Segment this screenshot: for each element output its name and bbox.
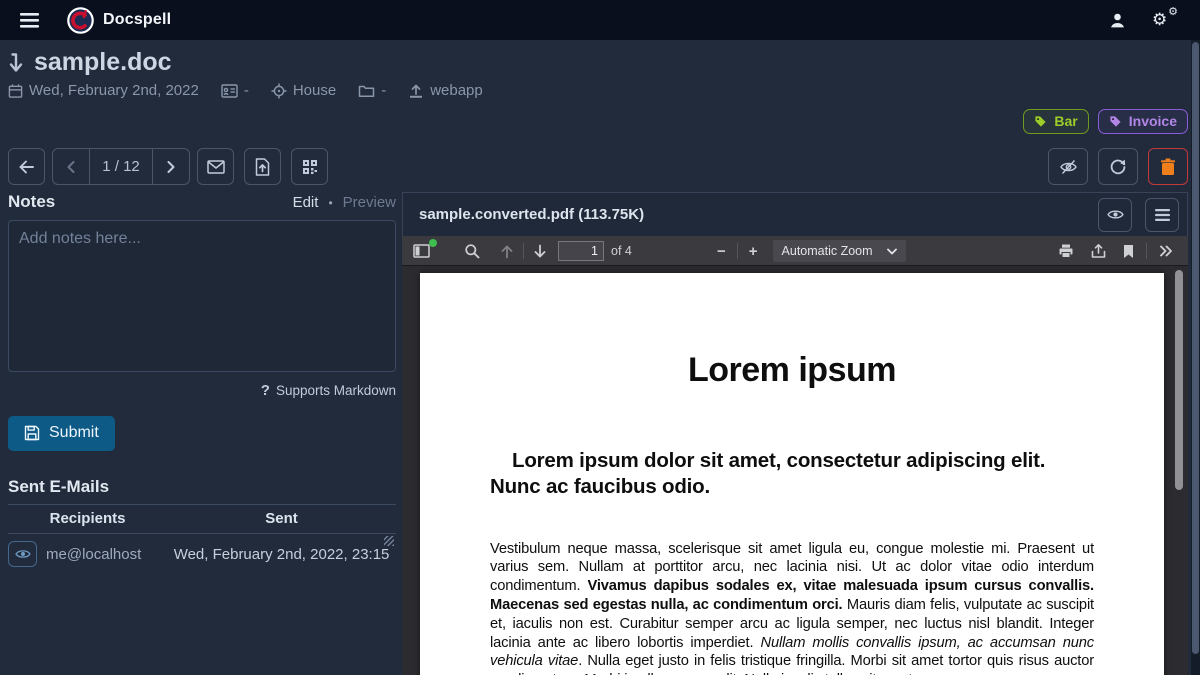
- pdfjs-toolbar: of 4 − + Automatic Zoom: [402, 236, 1188, 266]
- sent-emails-table: Recipients Sent me@localhost Wed, F: [8, 504, 396, 574]
- send-mail-button[interactable]: [197, 148, 234, 185]
- markdown-hint: ? Supports Markdown: [8, 382, 396, 399]
- back-button[interactable]: [8, 148, 45, 185]
- page-number-input[interactable]: [558, 241, 604, 261]
- topbar: Docspell ⚙⚙: [0, 0, 1200, 40]
- separator-dot: •: [328, 196, 332, 210]
- tags-row: Bar Invoice: [1023, 109, 1188, 134]
- settings-gears-icon[interactable]: ⚙⚙: [1152, 9, 1176, 31]
- notes-input[interactable]: [8, 220, 396, 372]
- bookmark-icon[interactable]: [1118, 241, 1139, 262]
- attachment-file-label: sample.converted.pdf (113.75K): [419, 206, 644, 223]
- qr-code-button[interactable]: [291, 148, 328, 185]
- chevron-down-icon: [887, 248, 897, 255]
- refresh-icon: [1109, 158, 1127, 176]
- find-previous-icon[interactable]: [495, 241, 519, 262]
- qr-code-icon: [302, 159, 318, 175]
- eye-icon: [1107, 208, 1124, 221]
- item-meta-row: Wed, February 2nd, 2022 - House - webapp: [8, 82, 483, 99]
- textarea-resize-handle[interactable]: [384, 536, 394, 546]
- mail-sent-date: Wed, February 2nd, 2022, 23:15: [167, 534, 396, 575]
- item-date: Wed, February 2nd, 2022: [8, 82, 199, 99]
- arrow-down-icon: [8, 52, 24, 74]
- download-icon[interactable]: [1085, 240, 1112, 262]
- submit-button[interactable]: Submit: [8, 416, 115, 451]
- tag-icon: [1109, 115, 1122, 128]
- sidebar-notification-dot: [429, 239, 437, 247]
- reprocess-button[interactable]: [1098, 148, 1138, 185]
- pdf-document-title: Lorem ipsum: [420, 351, 1164, 390]
- attachment-view-button[interactable]: [1098, 198, 1132, 232]
- item-action-toolbar: 1 / 12: [8, 148, 1188, 185]
- find-next-icon[interactable]: [528, 241, 552, 262]
- hide-item-button[interactable]: [1048, 148, 1088, 185]
- page-scrollbar-thumb[interactable]: [1192, 42, 1199, 654]
- attachment-pager: 1 / 12: [52, 148, 190, 185]
- page-scrollbar-track[interactable]: [1191, 40, 1200, 675]
- zoom-select[interactable]: Automatic Zoom: [773, 240, 906, 262]
- tag-invoice[interactable]: Invoice: [1098, 109, 1188, 134]
- docspell-logo-icon: [67, 7, 94, 34]
- pdf-viewer[interactable]: Lorem ipsum Lorem ipsum dolor sit amet, …: [402, 266, 1188, 675]
- column-recipients: Recipients: [8, 505, 167, 534]
- sent-emails-heading: Sent E-Mails: [8, 477, 396, 497]
- mail-recipient: me@localhost: [46, 546, 141, 563]
- view-mail-button[interactable]: [8, 541, 37, 567]
- calendar-icon: [8, 83, 23, 99]
- attachment-menu-button[interactable]: [1145, 198, 1179, 232]
- table-row: me@localhost Wed, February 2nd, 2022, 23…: [8, 534, 396, 575]
- folder-icon: [358, 84, 375, 98]
- more-tools-icon[interactable]: [1154, 242, 1178, 260]
- item-correspondent: -: [221, 82, 249, 99]
- tag-icon: [1034, 115, 1047, 128]
- notes-edit-link[interactable]: Edit: [293, 194, 319, 211]
- eye-slash-icon: [1059, 159, 1078, 175]
- app-logo[interactable]: Docspell: [67, 7, 171, 34]
- item-title-row: sample.doc: [8, 48, 172, 77]
- envelope-icon: [207, 160, 225, 174]
- notes-preview-link[interactable]: Preview: [343, 194, 396, 211]
- pdf-page: Lorem ipsum Lorem ipsum dolor sit amet, …: [420, 273, 1164, 675]
- zoom-out-button[interactable]: −: [710, 243, 733, 260]
- print-icon[interactable]: [1053, 240, 1079, 262]
- item-source: webapp: [408, 82, 483, 99]
- prev-page-button[interactable]: [53, 149, 89, 184]
- tag-bar[interactable]: Bar: [1023, 109, 1088, 134]
- id-card-icon: [221, 84, 238, 98]
- pdf-body-paragraph: Vestibulum neque massa, scelerisque sit …: [490, 540, 1094, 675]
- column-sent: Sent: [167, 505, 396, 534]
- list-icon: [1155, 209, 1170, 221]
- pdf-scrollbar-thumb[interactable]: [1175, 270, 1183, 490]
- crosshair-icon: [271, 83, 287, 99]
- zoom-in-button[interactable]: +: [742, 243, 765, 260]
- search-icon[interactable]: [459, 240, 485, 262]
- eye-icon: [15, 548, 31, 560]
- next-page-button[interactable]: [153, 149, 189, 184]
- trash-icon: [1160, 158, 1176, 176]
- question-mark-icon: ?: [261, 382, 270, 399]
- save-icon: [24, 425, 40, 441]
- page-title: sample.doc: [34, 48, 172, 77]
- page-indicator: 1 / 12: [89, 149, 153, 184]
- attachment-header: sample.converted.pdf (113.75K): [402, 192, 1188, 236]
- item-concerning: House: [271, 82, 336, 99]
- attachment-panel: sample.converted.pdf (113.75K): [402, 192, 1188, 675]
- file-upload-icon: [255, 158, 270, 176]
- pdf-subtitle: Lorem ipsum dolor sit amet, consectetur …: [490, 448, 1094, 500]
- delete-button[interactable]: [1148, 148, 1188, 185]
- user-icon[interactable]: [1109, 12, 1126, 29]
- upload-icon: [408, 83, 424, 99]
- app-title: Docspell: [103, 11, 171, 29]
- item-folder: -: [358, 82, 386, 99]
- notes-panel: Notes Edit • Preview ? Supports Markdown…: [8, 192, 396, 574]
- menu-icon[interactable]: [14, 9, 45, 32]
- notes-heading: Notes: [8, 192, 55, 212]
- page-count-label: of 4: [611, 244, 632, 258]
- add-file-button[interactable]: [244, 148, 281, 185]
